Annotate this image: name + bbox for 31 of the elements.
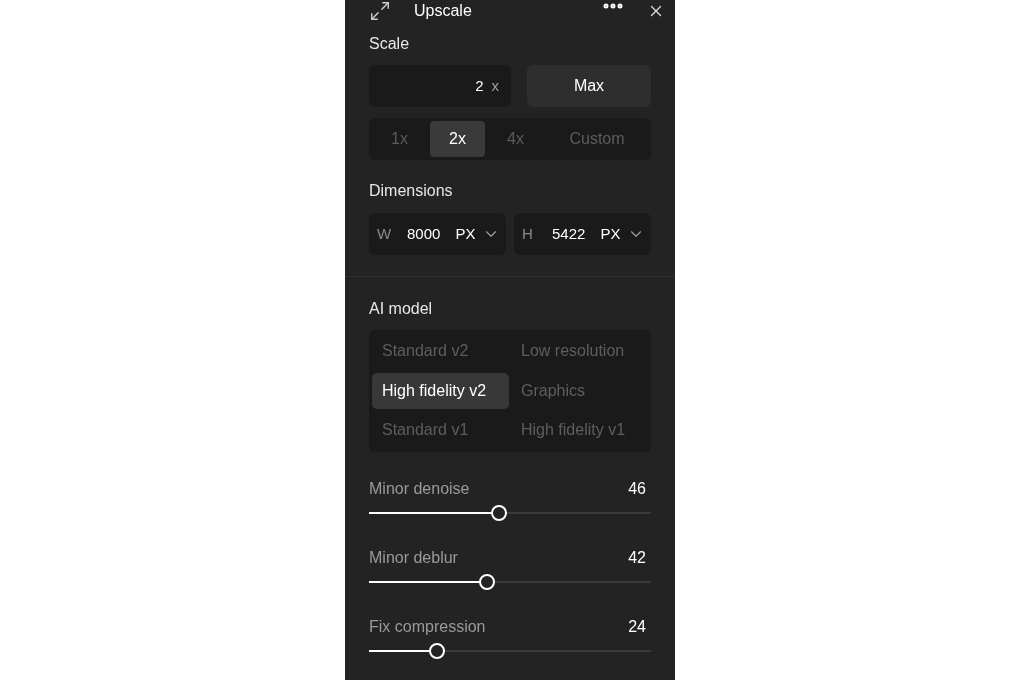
scale-preset-tab[interactable]: 1x xyxy=(372,121,427,157)
slider-label: Minor denoise xyxy=(369,479,470,499)
section-label: Scale xyxy=(369,34,411,54)
slider-thumb[interactable] xyxy=(479,574,496,590)
model-option[interactable]: Standard v1 xyxy=(372,412,509,449)
model-option[interactable]: High fidelity v2 xyxy=(372,372,509,409)
dimension-field[interactable]: W 8000 PX xyxy=(369,213,506,255)
scale-preset-tab[interactable]: Custom xyxy=(546,121,648,157)
slider-value: 42 xyxy=(628,548,646,568)
model-option[interactable]: High fidelity v1 xyxy=(511,412,648,449)
slider-thumb[interactable] xyxy=(428,643,445,659)
slider-label: Minor deblur xyxy=(369,548,458,568)
slider-thumb[interactable] xyxy=(490,505,507,521)
model-option[interactable]: Low resolution xyxy=(511,333,648,369)
dimension-field[interactable]: H 5422 PX xyxy=(514,213,651,255)
max-button[interactable]: Max xyxy=(527,65,651,107)
slider-value: 24 xyxy=(628,617,646,637)
section-label: AI model xyxy=(369,299,434,319)
expand-icon[interactable] xyxy=(369,0,391,22)
scale-preset-tab[interactable]: 2x xyxy=(430,121,485,157)
model-option[interactable]: Graphics xyxy=(511,372,648,409)
scale-field[interactable]: 2 x xyxy=(369,65,511,107)
slider-value: 46 xyxy=(628,479,646,499)
slider-track[interactable] xyxy=(369,503,651,523)
slider-track[interactable] xyxy=(369,572,651,592)
scale-preset-tab[interactable]: 4x xyxy=(488,121,543,157)
model-option[interactable]: Standard v2 xyxy=(372,333,509,369)
slider-track[interactable] xyxy=(369,641,651,661)
section-label: Dimensions xyxy=(369,181,454,201)
slider-label: Fix compression xyxy=(369,617,486,637)
panel-title: Upscale xyxy=(414,1,472,21)
